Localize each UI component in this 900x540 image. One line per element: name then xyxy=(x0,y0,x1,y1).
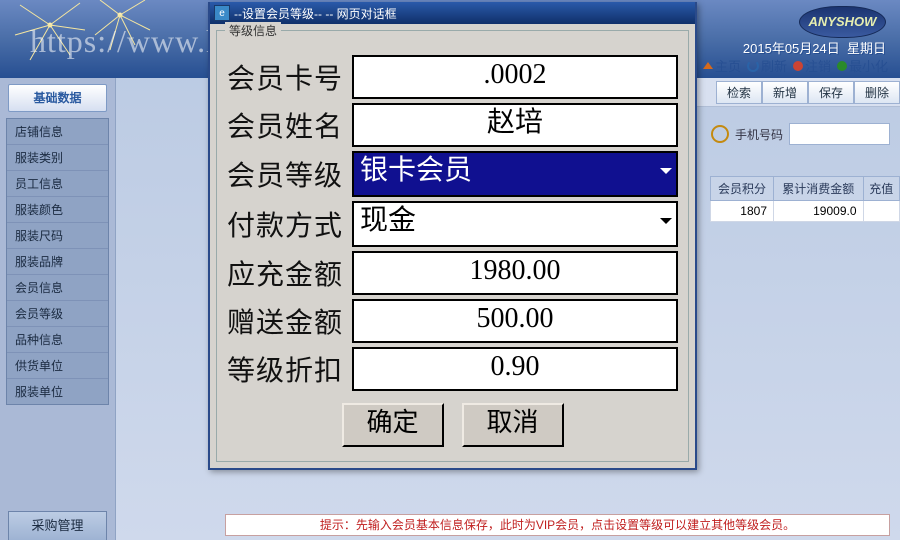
anyshow-logo: ANYSHOW xyxy=(799,6,886,38)
phone-label: 手机号码 xyxy=(735,126,783,143)
field-amount[interactable]: 1980.00 xyxy=(352,251,678,295)
sidebar: 基础数据 店铺信息 服装类别 员工信息 服装颜色 服装尺码 服装品牌 会员信息 … xyxy=(0,78,116,540)
cancel-button[interactable]: 取消 xyxy=(462,403,564,447)
field-bonus[interactable]: 500.00 xyxy=(352,299,678,343)
ok-button[interactable]: 确定 xyxy=(342,403,444,447)
nav-refresh[interactable]: 刷新 xyxy=(745,56,789,75)
sidebar-module-purchase[interactable]: 采购管理 xyxy=(8,511,107,540)
th-recharge: 充值 xyxy=(863,177,899,201)
sidebar-item-size[interactable]: 服装尺码 xyxy=(7,223,108,249)
th-consume: 累计消费金额 xyxy=(774,177,864,201)
toolbar-search-button[interactable]: 检索 xyxy=(716,81,762,104)
window-icon: e xyxy=(214,5,230,21)
sidebar-item-member-level[interactable]: 会员等级 xyxy=(7,301,108,327)
sidebar-item-member[interactable]: 会员信息 xyxy=(7,275,108,301)
label-level: 会员等级 xyxy=(227,154,352,194)
minimize-icon xyxy=(837,61,847,71)
toolbar-add-button[interactable]: 新增 xyxy=(762,81,808,104)
select-pay[interactable]: 现金 xyxy=(352,201,678,247)
sidebar-section-basic-data[interactable]: 基础数据 xyxy=(8,84,107,112)
home-icon xyxy=(703,57,713,69)
sidebar-item-supplier[interactable]: 供货单位 xyxy=(7,353,108,379)
dialog-title: --设置会员等级-- -- 网页对话框 xyxy=(234,5,397,22)
label-discount: 等级折扣 xyxy=(227,349,352,389)
sidebar-list: 店铺信息 服装类别 员工信息 服装颜色 服装尺码 服装品牌 会员信息 会员等级 … xyxy=(6,118,109,405)
sidebar-item-category[interactable]: 服装类别 xyxy=(7,145,108,171)
group-legend: 等级信息 xyxy=(225,22,281,39)
sidebar-item-color[interactable]: 服装颜色 xyxy=(7,197,108,223)
toolbar-delete-button[interactable]: 删除 xyxy=(854,81,900,104)
label-card-no: 会员卡号 xyxy=(227,57,352,97)
sidebar-item-staff[interactable]: 员工信息 xyxy=(7,171,108,197)
chevron-down-icon xyxy=(660,218,672,230)
header-nav: 主页 刷新 注销 最小化 xyxy=(701,56,890,75)
table-row[interactable]: 1807 19009.0 xyxy=(711,201,900,222)
refresh-icon xyxy=(747,60,759,72)
label-bonus: 赠送金额 xyxy=(227,301,352,341)
field-discount[interactable]: 0.90 xyxy=(352,347,678,391)
select-level[interactable]: 银卡会员 xyxy=(352,151,678,197)
nav-minimize[interactable]: 最小化 xyxy=(835,56,890,75)
date-display: 2015年05月24日 星期日 xyxy=(743,38,886,57)
set-member-level-dialog: e --设置会员等级-- -- 网页对话框 等级信息 会员卡号 .0002 会员… xyxy=(208,2,697,470)
hint-bar: 提示：先输入会员基本信息保存，此时为VIP会员，点击设置等级可以建立其他等级会员… xyxy=(225,514,890,536)
field-card-no[interactable]: .0002 xyxy=(352,55,678,99)
field-name[interactable]: 赵培 xyxy=(352,103,678,147)
label-amount: 应充金额 xyxy=(227,253,352,293)
label-name: 会员姓名 xyxy=(227,105,352,145)
toolbar-save-button[interactable]: 保存 xyxy=(808,81,854,104)
chevron-down-icon xyxy=(660,168,672,180)
dialog-titlebar[interactable]: e --设置会员等级-- -- 网页对话框 xyxy=(210,2,695,24)
phone-search: 手机号码 xyxy=(711,106,900,162)
nav-logout[interactable]: 注销 xyxy=(791,56,833,75)
sidebar-item-brand[interactable]: 服装品牌 xyxy=(7,249,108,275)
level-info-group: 等级信息 会员卡号 .0002 会员姓名 赵培 会员等级 银卡会员 付款方式 现… xyxy=(216,30,689,462)
th-points: 会员积分 xyxy=(711,177,774,201)
sidebar-item-shop[interactable]: 店铺信息 xyxy=(7,119,108,145)
label-pay: 付款方式 xyxy=(227,204,352,244)
nav-home[interactable]: 主页 xyxy=(701,56,743,75)
member-summary-table: 会员积分 累计消费金额 充值 1807 19009.0 xyxy=(710,176,900,222)
phone-icon xyxy=(711,125,729,143)
phone-input[interactable] xyxy=(789,123,890,145)
logout-icon xyxy=(793,61,803,71)
sidebar-item-product[interactable]: 品种信息 xyxy=(7,327,108,353)
sidebar-item-unit[interactable]: 服装单位 xyxy=(7,379,108,404)
